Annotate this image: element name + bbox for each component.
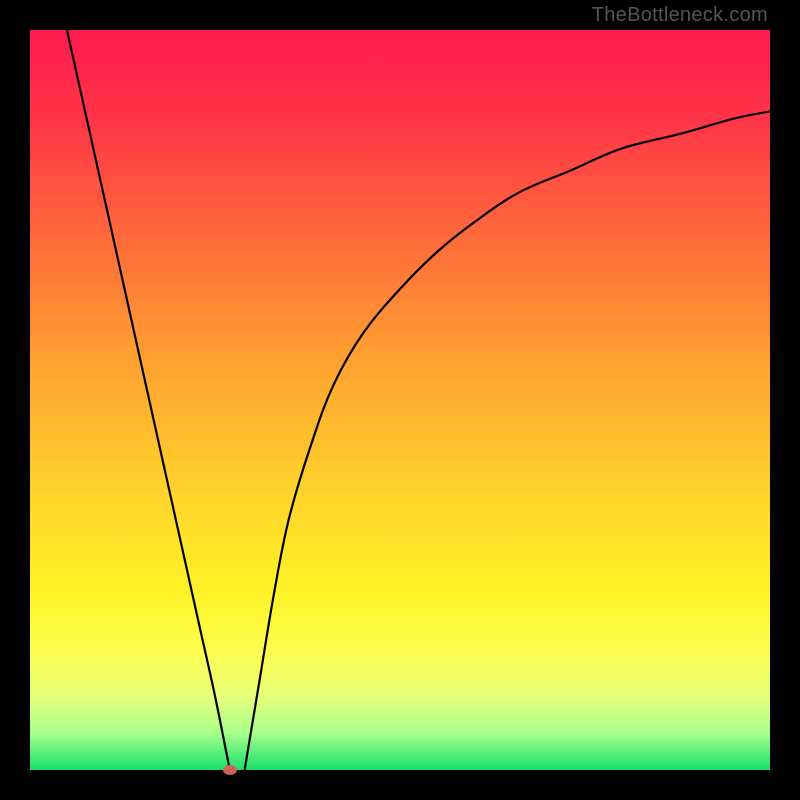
bottleneck-curve (30, 30, 770, 770)
plot-area (30, 30, 770, 770)
minimum-marker (223, 765, 237, 775)
watermark-text: TheBottleneck.com (592, 4, 768, 27)
